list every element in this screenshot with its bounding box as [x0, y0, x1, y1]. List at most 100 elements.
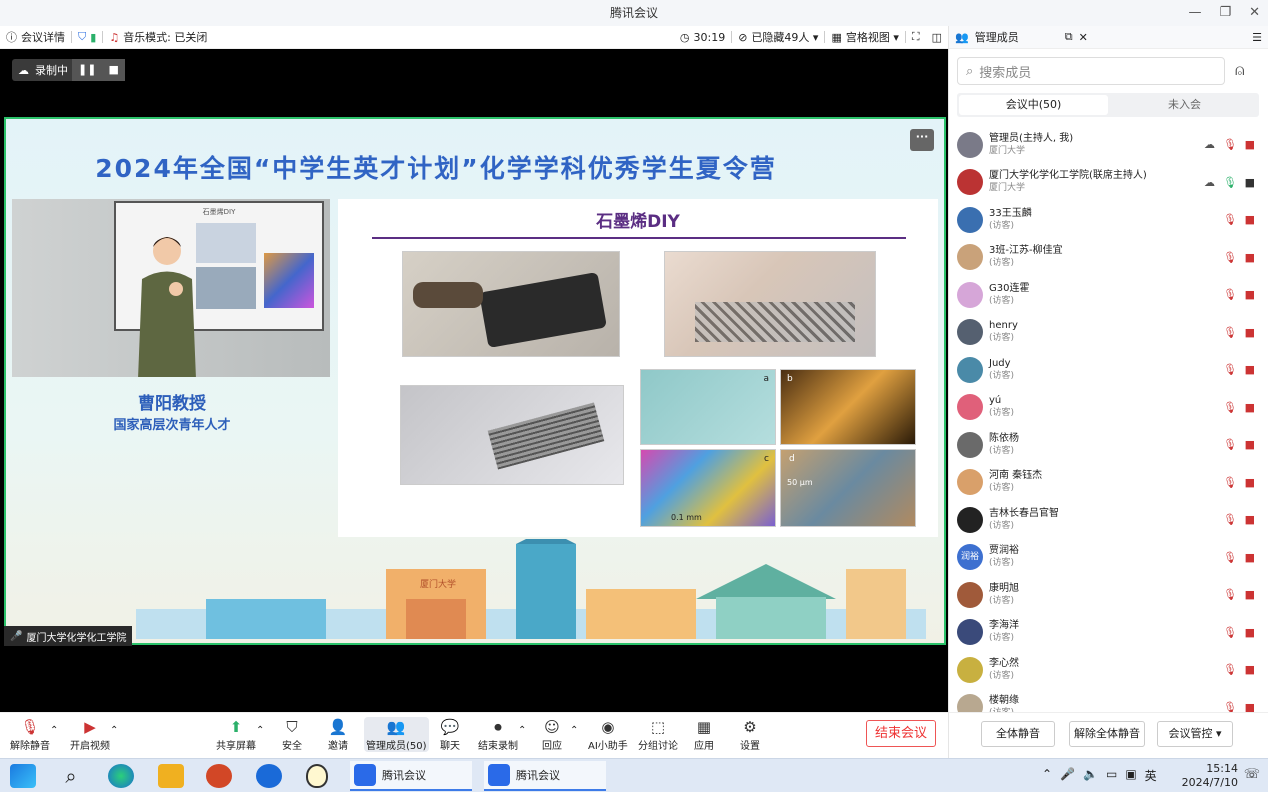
camera-off-icon[interactable]: ■ [1245, 701, 1255, 713]
share-screen-button[interactable]: ⬆ 共享屏幕 [216, 717, 256, 752]
camera-off-icon[interactable]: ■ [1245, 551, 1255, 564]
restore-button[interactable]: ❐ [1219, 0, 1231, 26]
meeting-details[interactable]: ⓘ 会议详情 [0, 29, 71, 45]
mic-muted-icon[interactable]: 🎙︎ [1223, 138, 1237, 151]
mic-muted-icon[interactable]: 🎙︎ [1223, 213, 1237, 226]
member-row[interactable]: 33王玉麟 (访客) 🎙︎ ■ [949, 201, 1268, 239]
invite-button[interactable]: 👤 邀请 [328, 717, 348, 752]
popout-icon[interactable]: ⧉ [1065, 30, 1073, 44]
pause-record-button[interactable]: ❚❚ [72, 59, 103, 81]
mic-muted-icon[interactable]: 🎙︎ [1223, 251, 1237, 264]
view-mode[interactable]: ▦ 宫格视图 ▾ [825, 29, 904, 45]
breakout-rooms-button[interactable]: ⬚ 分组讨论 [638, 717, 678, 752]
audio-options-chevron[interactable]: ⌃ [50, 725, 58, 736]
camera-off-icon[interactable]: ■ [1245, 326, 1255, 339]
reaction-options-chevron[interactable]: ⌃ [570, 725, 578, 736]
mic-muted-icon[interactable]: 🎙︎ [1223, 288, 1237, 301]
camera-off-icon[interactable]: ■ [1245, 626, 1255, 639]
network-icon[interactable]: ▣ [1125, 767, 1136, 784]
ai-assistant-button[interactable]: ◉ AI小助手 [588, 717, 628, 752]
mic-muted-icon[interactable]: 🎙︎ [1223, 588, 1237, 601]
input-method[interactable]: 英 [1145, 767, 1157, 784]
member-row[interactable]: 河南 秦钰杰 (访客) 🎙︎ ■ [949, 464, 1268, 502]
share-options-chevron[interactable]: ⌃ [256, 725, 264, 736]
battery-icon[interactable]: ▭ [1106, 767, 1117, 784]
camera-off-icon[interactable]: ■ [1245, 288, 1255, 301]
security-button[interactable]: ⛉ 安全 [282, 717, 302, 752]
member-row[interactable]: 李海洋 (访客) 🎙︎ ■ [949, 614, 1268, 652]
member-row[interactable]: 3班-江苏-柳佳宜 (访客) 🎙︎ ■ [949, 239, 1268, 277]
speaker-icon[interactable]: 🔈 [1083, 767, 1098, 784]
tab-in-meeting[interactable]: 会议中(50) [959, 95, 1108, 115]
mic-muted-icon[interactable]: 🎙︎ [1223, 363, 1237, 376]
layout-button[interactable]: ◫ [926, 31, 948, 44]
member-row[interactable]: 陈依杨 (访客) 🎙︎ ■ [949, 426, 1268, 464]
media-player-icon[interactable] [256, 764, 282, 788]
music-mode[interactable]: ♫ 音乐模式: 已关闭 [103, 29, 213, 45]
camera-off-icon[interactable]: ■ [1245, 513, 1255, 526]
mic-icon[interactable]: 🎤 [1060, 767, 1075, 784]
mic-muted-icon[interactable]: 🎙︎ [1223, 701, 1237, 713]
menu-icon[interactable]: ☰ [1252, 31, 1262, 44]
mic-muted-icon[interactable]: 🎙︎ [1223, 438, 1237, 451]
minimize-button[interactable]: — [1188, 0, 1201, 26]
mic-muted-icon[interactable]: 🎙︎ [1223, 513, 1237, 526]
member-row[interactable]: henry (访客) 🎙︎ ■ [949, 314, 1268, 352]
member-row[interactable]: 润裕 贾润裕 (访客) 🎙︎ ■ [949, 539, 1268, 577]
security-status[interactable]: ⛉ ▮ [72, 30, 102, 44]
taskbar-app-tencent-meeting[interactable]: 腾讯会议 [350, 761, 472, 791]
unmute-all-button[interactable]: 解除全体静音 [1069, 721, 1145, 747]
apps-button[interactable]: ▦ 应用 [694, 717, 714, 752]
mute-all-button[interactable]: 全体静音 [981, 721, 1055, 747]
member-row[interactable]: Judy (访客) 🎙︎ ■ [949, 351, 1268, 389]
reaction-button[interactable]: ☺ 回应 [542, 717, 562, 752]
end-recording-button[interactable]: ⏺ 结束录制 [478, 717, 518, 752]
stop-record-button[interactable]: ■ [102, 59, 125, 81]
start-video-button[interactable]: ▶ 开启视频 [70, 717, 110, 752]
file-explorer-icon[interactable] [158, 764, 184, 788]
search-members-input[interactable]: ⌕ 搜索成员 [957, 57, 1225, 85]
camera-off-icon[interactable]: ■ [1245, 251, 1255, 264]
fullscreen-button[interactable]: ⛶ [906, 30, 926, 44]
mic-muted-icon[interactable]: 🎙︎ [1223, 401, 1237, 414]
tab-not-joined[interactable]: 未入会 [1110, 93, 1259, 117]
member-row[interactable]: G30连霍 (访客) 🎙︎ ■ [949, 276, 1268, 314]
mic-muted-icon[interactable]: 🎙︎ [1223, 551, 1237, 564]
hidden-members[interactable]: ⊘ 已隐藏49人 ▾ [732, 29, 824, 45]
camera-off-icon[interactable]: ■ [1245, 213, 1255, 226]
start-icon[interactable] [10, 764, 36, 788]
camera-off-icon[interactable]: ■ [1245, 663, 1255, 676]
camera-off-icon[interactable]: ■ [1245, 138, 1255, 151]
mic-on-icon[interactable]: 🎙︎ [1223, 176, 1237, 189]
mic-muted-icon[interactable]: 🎙︎ [1223, 326, 1237, 339]
close-button[interactable]: ✕ [1249, 0, 1260, 26]
camera-off-icon[interactable]: ■ [1245, 588, 1255, 601]
mic-muted-icon[interactable]: 🎙︎ [1223, 476, 1237, 489]
chat-button[interactable]: 💬 聊天 [440, 717, 460, 752]
camera-off-icon[interactable]: ■ [1245, 363, 1255, 376]
edge-icon[interactable] [108, 764, 134, 788]
close-icon[interactable]: ✕ [1079, 31, 1088, 44]
video-options-chevron[interactable]: ⌃ [110, 725, 118, 736]
member-row[interactable]: 吉林长春吕官智 (访客) 🎙︎ ■ [949, 501, 1268, 539]
mic-muted-icon[interactable]: 🎙︎ [1223, 626, 1237, 639]
system-clock[interactable]: 15:14 2024/7/10 [1182, 762, 1238, 790]
powerpoint-icon[interactable] [206, 764, 232, 788]
member-row[interactable]: 楼朝缘(访客)🎙︎■ [949, 689, 1268, 713]
camera-on-icon[interactable]: ■ [1245, 176, 1255, 189]
end-meeting-button[interactable]: 结束会议 [866, 720, 936, 747]
member-row[interactable]: yú (访客) 🎙︎ ■ [949, 389, 1268, 427]
taskbar-app-tencent-meeting-2[interactable]: 腾讯会议 [484, 761, 606, 791]
notification-icon[interactable]: ☏ [1244, 767, 1260, 782]
settings-button[interactable]: ⚙ 设置 [740, 717, 760, 752]
more-options-button[interactable]: ··· [910, 129, 934, 151]
add-member-button[interactable]: ⍝ [1235, 60, 1245, 80]
unmute-button[interactable]: 🎙︎ 解除静音 [10, 717, 50, 752]
camera-off-icon[interactable]: ■ [1245, 476, 1255, 489]
member-row[interactable]: 康明旭 (访客) 🎙︎ ■ [949, 576, 1268, 614]
member-row[interactable]: 李心然 (访客) 🎙︎ ■ [949, 651, 1268, 689]
camera-off-icon[interactable]: ■ [1245, 401, 1255, 414]
manage-members-button[interactable]: 👥 管理成员(50) [364, 717, 429, 752]
chevron-up-icon[interactable]: ⌃ [1042, 767, 1052, 784]
search-icon[interactable]: ⌕ [58, 764, 84, 788]
